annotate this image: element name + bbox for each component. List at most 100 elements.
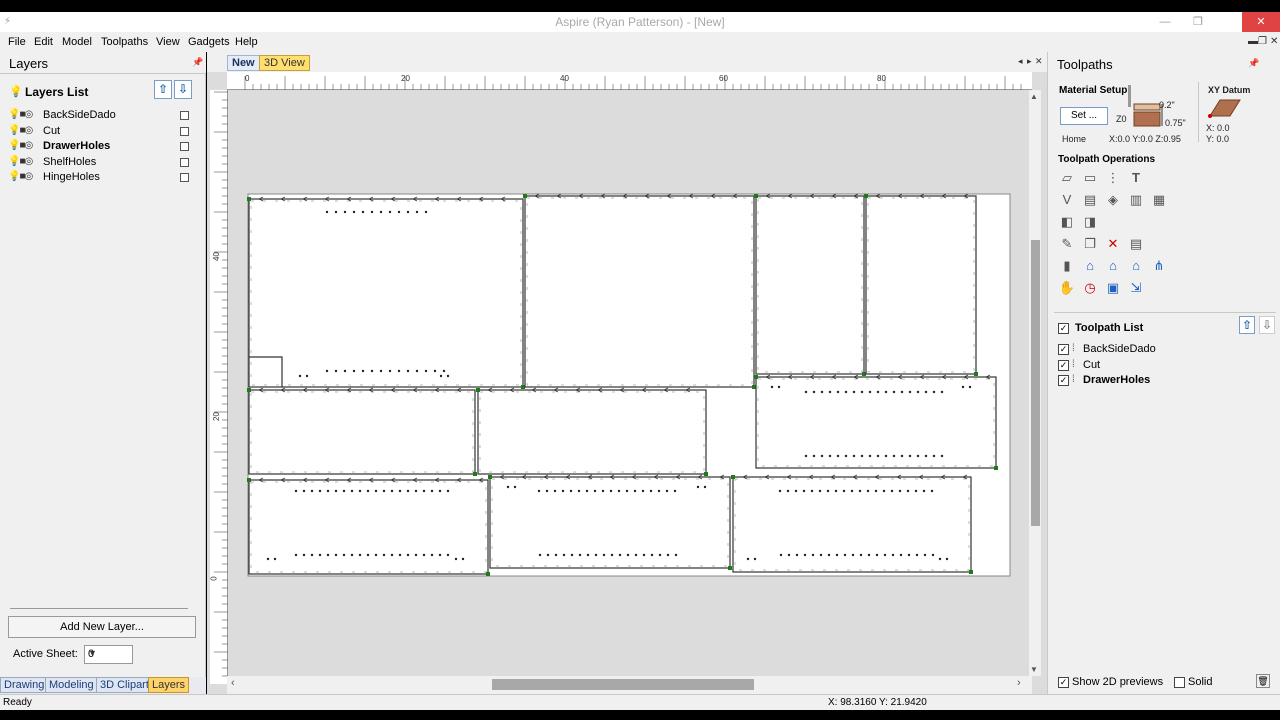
layer-lock-checkbox[interactable] [180,142,189,151]
mdi-restore-icon[interactable]: ❐ [1258,36,1267,47]
mdi-close-icon[interactable]: ✕ [1270,36,1278,47]
active-sheet-select[interactable]: 0 ▼ [84,645,133,664]
pin-icon[interactable]: 📌 [1248,58,1259,69]
menu-file[interactable]: File [8,36,26,48]
material-set-button[interactable]: Set ... [1060,107,1108,125]
drill-hole [673,489,677,493]
layer-visibility-icon[interactable]: 💡■◎ [8,140,33,151]
layer-lock-checkbox[interactable] [180,111,189,120]
toolpath-summary-icon[interactable]: ▤ [1127,236,1145,252]
toolpath-list-master-checkbox[interactable]: ✓ [1058,323,1069,334]
pocket-toolpath-icon[interactable]: ▭ [1081,170,1099,186]
inlay-toolpath-icon[interactable]: ▤ [1081,192,1099,208]
merge-toolpath-icon[interactable]: ⌂ [1104,258,1122,274]
wrap-toolpath-icon[interactable]: ⋔ [1150,258,1168,274]
drill-hole [433,369,437,373]
move-layer-down-button[interactable]: ⇩ [174,80,192,99]
recalculate-toolpath-icon[interactable]: ⌂ [1127,258,1145,274]
texture-toolpath-icon[interactable]: ▦ [1150,192,1168,208]
machining-time-icon[interactable]: ◷ [1081,280,1099,296]
layer-row[interactable]: 💡■◎ Cut [0,124,206,139]
roughing-toolpath-icon[interactable]: ◧ [1058,214,1076,230]
drilling-toolpath-icon[interactable]: ⋮ [1104,170,1122,186]
tab-prev-icon[interactable]: ◂ [1018,56,1023,67]
pin-icon[interactable]: 📌 [192,57,203,68]
drill-hole [406,553,410,557]
move-layer-up-button[interactable]: ⇧ [154,80,172,99]
menu-toolpaths[interactable]: Toolpaths [101,36,148,48]
menu-edit[interactable]: Edit [34,36,53,48]
mdi-minimize-icon[interactable]: ▬ [1248,36,1258,47]
add-new-layer-button[interactable]: Add New Layer... [8,616,196,638]
tab-layers[interactable]: Layers [148,677,190,693]
scroll-right-icon[interactable]: › [1017,677,1021,689]
layer-lock-checkbox[interactable] [180,157,189,167]
drill-hole [302,553,306,557]
z-thickness-value: 0.75" [1165,118,1186,128]
finishing-toolpath-icon[interactable]: ◨ [1081,214,1099,230]
layer-visibility-icon[interactable]: 💡■◎ [8,171,33,182]
maximize-button[interactable]: ❐ [1188,12,1208,32]
layer-row[interactable]: 💡■◎ ShelfHoles [0,155,206,170]
solid-checkbox[interactable] [1174,677,1185,688]
tab-new[interactable]: New [227,55,260,71]
toolpath-template-icon[interactable]: ⌂ [1081,258,1099,274]
drawing-canvas[interactable] [227,90,1029,676]
layer-row[interactable]: 💡■◎ BackSideDado [0,108,206,123]
layer-row[interactable]: 💡■◎ DrawerHoles [0,139,206,154]
menu-gadgets[interactable]: Gadgets [188,36,230,48]
vcarve-toolpath-icon[interactable]: V [1058,192,1076,208]
layer-visibility-icon[interactable]: 💡■◎ [8,109,33,120]
show-2d-previews-checkbox[interactable]: ✓ [1058,677,1069,688]
horizontal-scrollbar[interactable]: ‹ › [227,676,1032,694]
tool-database-icon[interactable]: ✋ [1058,280,1076,296]
move-toolpath-down-button[interactable]: ⇩ [1259,316,1275,334]
fluting-toolpath-icon[interactable]: ▥ [1127,192,1145,208]
vertical-scrollbar[interactable]: ▲ ▼ [1029,90,1041,676]
move-toolpath-up-button[interactable]: ⇧ [1239,316,1255,334]
layer-row[interactable]: 💡■◎ HingeHoles [0,170,206,185]
close-button[interactable]: ✕ [1242,12,1280,32]
drill-hole [867,553,871,557]
tab-3d-clipart[interactable]: 3D Clipart [96,677,153,693]
toolpath-row[interactable]: ✓ ⁞ BackSideDado [1058,343,1268,358]
layer-lock-checkbox[interactable] [180,126,189,136]
vertical-scroll-thumb[interactable] [1031,240,1040,526]
drill-hole [398,553,402,557]
export-toolpath-icon[interactable]: ⇲ [1127,280,1145,296]
menu-view[interactable]: View [156,36,180,48]
save-toolpath-icon[interactable]: ▣ [1104,280,1122,296]
trash-icon[interactable]: 🗑 [1256,674,1270,688]
menu-model[interactable]: Model [62,36,92,48]
drill-hole [553,489,557,493]
prism-toolpath-icon[interactable]: ◈ [1104,192,1122,208]
layer-lock-checkbox[interactable] [180,173,189,182]
layer-visibility-icon[interactable]: 💡■◎ [8,156,33,167]
layer-visibility-icon[interactable]: 💡■◎ [8,125,33,136]
toolpath-row[interactable]: ✓ ⁞ DrawerHoles [1058,374,1268,389]
profile-toolpath-icon[interactable]: ▱ [1058,170,1076,186]
drill-hole [803,553,807,557]
delete-toolpath-icon[interactable]: ✕ [1104,236,1122,252]
scroll-down-icon[interactable]: ▼ [1030,665,1038,674]
copy-toolpath-icon[interactable]: ❐ [1081,236,1099,252]
close-view-icon[interactable]: ✕ [1035,56,1043,67]
preview-toolpath-icon[interactable]: ▮ [1058,258,1076,274]
tab-drawing[interactable]: Drawing [0,677,49,693]
toolpath-checkbox[interactable]: ✓ [1058,359,1069,371]
tab-modeling[interactable]: Modeling [45,677,98,693]
drill-hole [794,489,798,493]
scroll-left-icon[interactable]: ‹ [231,677,235,689]
horizontal-scroll-thumb[interactable] [492,679,754,690]
engrave-toolpath-icon[interactable]: T [1127,170,1145,186]
tab-next-icon[interactable]: ▸ [1027,56,1032,67]
tab-3d-view[interactable]: 3D View [259,55,310,71]
minimize-button[interactable]: — [1155,12,1175,32]
chevron-down-icon: ▼ [88,648,97,658]
edit-toolpath-icon[interactable]: ✎ [1058,236,1076,252]
scroll-up-icon[interactable]: ▲ [1030,92,1038,101]
toolpath-checkbox[interactable]: ✓ [1058,375,1069,386]
menu-help[interactable]: Help [235,36,258,48]
toolpath-checkbox[interactable]: ✓ [1058,344,1069,355]
toolpath-row[interactable]: ✓ ⁞ Cut [1058,359,1268,374]
